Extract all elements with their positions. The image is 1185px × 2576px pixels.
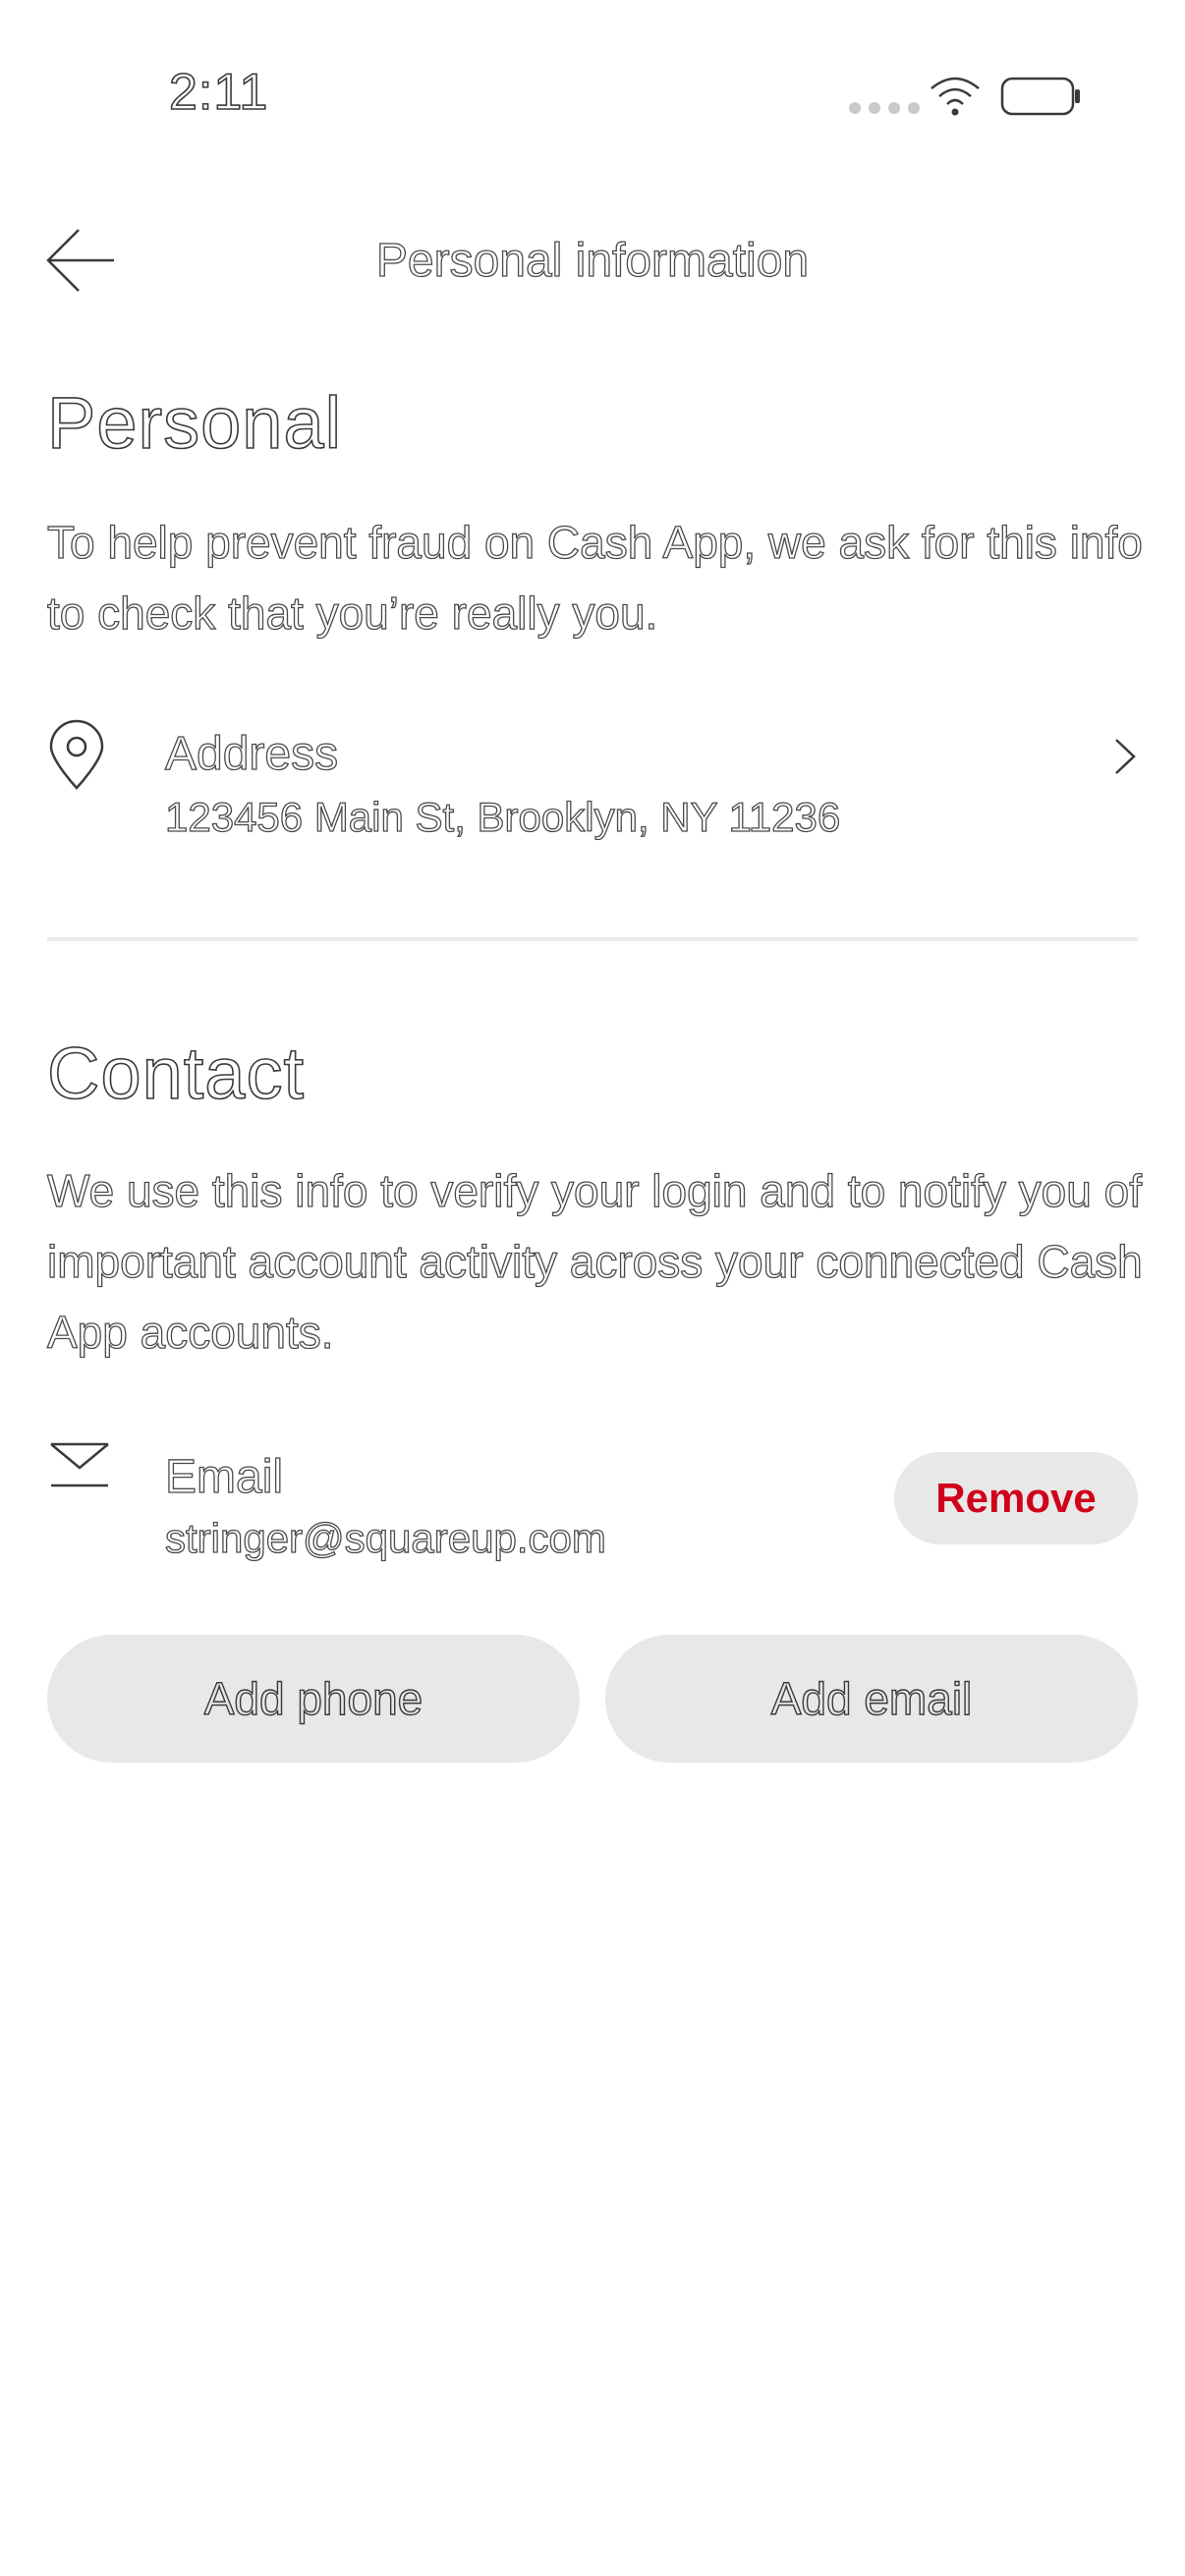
personal-section-description: To help prevent fraud on Cash App, we as… xyxy=(46,516,1143,639)
page-title: Personal information xyxy=(375,234,810,287)
add-phone-button[interactable]: Add phone xyxy=(47,1635,580,1763)
section-divider xyxy=(47,937,1138,941)
cellular-signal-icon xyxy=(849,102,920,114)
email-value: stringer@squareup.com xyxy=(164,1514,606,1561)
wifi-icon xyxy=(931,77,980,116)
status-time: 2:11 xyxy=(168,63,269,122)
contact-section-title: Contact xyxy=(46,1032,306,1115)
add-email-label: Add email xyxy=(770,1672,973,1724)
email-label: Email xyxy=(164,1450,284,1503)
personal-section-title: Personal xyxy=(46,381,343,465)
remove-email-button[interactable]: Remove xyxy=(894,1452,1138,1544)
address-value: 123456 Main St, Brooklyn, NY 11236 xyxy=(164,793,841,840)
add-phone-label: Add phone xyxy=(203,1672,423,1724)
location-pin-icon xyxy=(49,719,104,790)
contact-section-description: We use this info to verify your login an… xyxy=(46,1164,1143,1358)
envelope-icon xyxy=(50,1442,109,1487)
navigation-header: Personal information xyxy=(0,206,1185,314)
battery-icon xyxy=(1000,77,1080,116)
chevron-right-icon xyxy=(1115,739,1136,774)
status-bar: 2:11 xyxy=(0,0,1185,177)
address-label: Address xyxy=(164,727,339,780)
address-row[interactable]: Address 123456 Main St, Brooklyn, NY 112… xyxy=(0,707,1185,865)
add-email-button[interactable]: Add email xyxy=(605,1635,1138,1763)
